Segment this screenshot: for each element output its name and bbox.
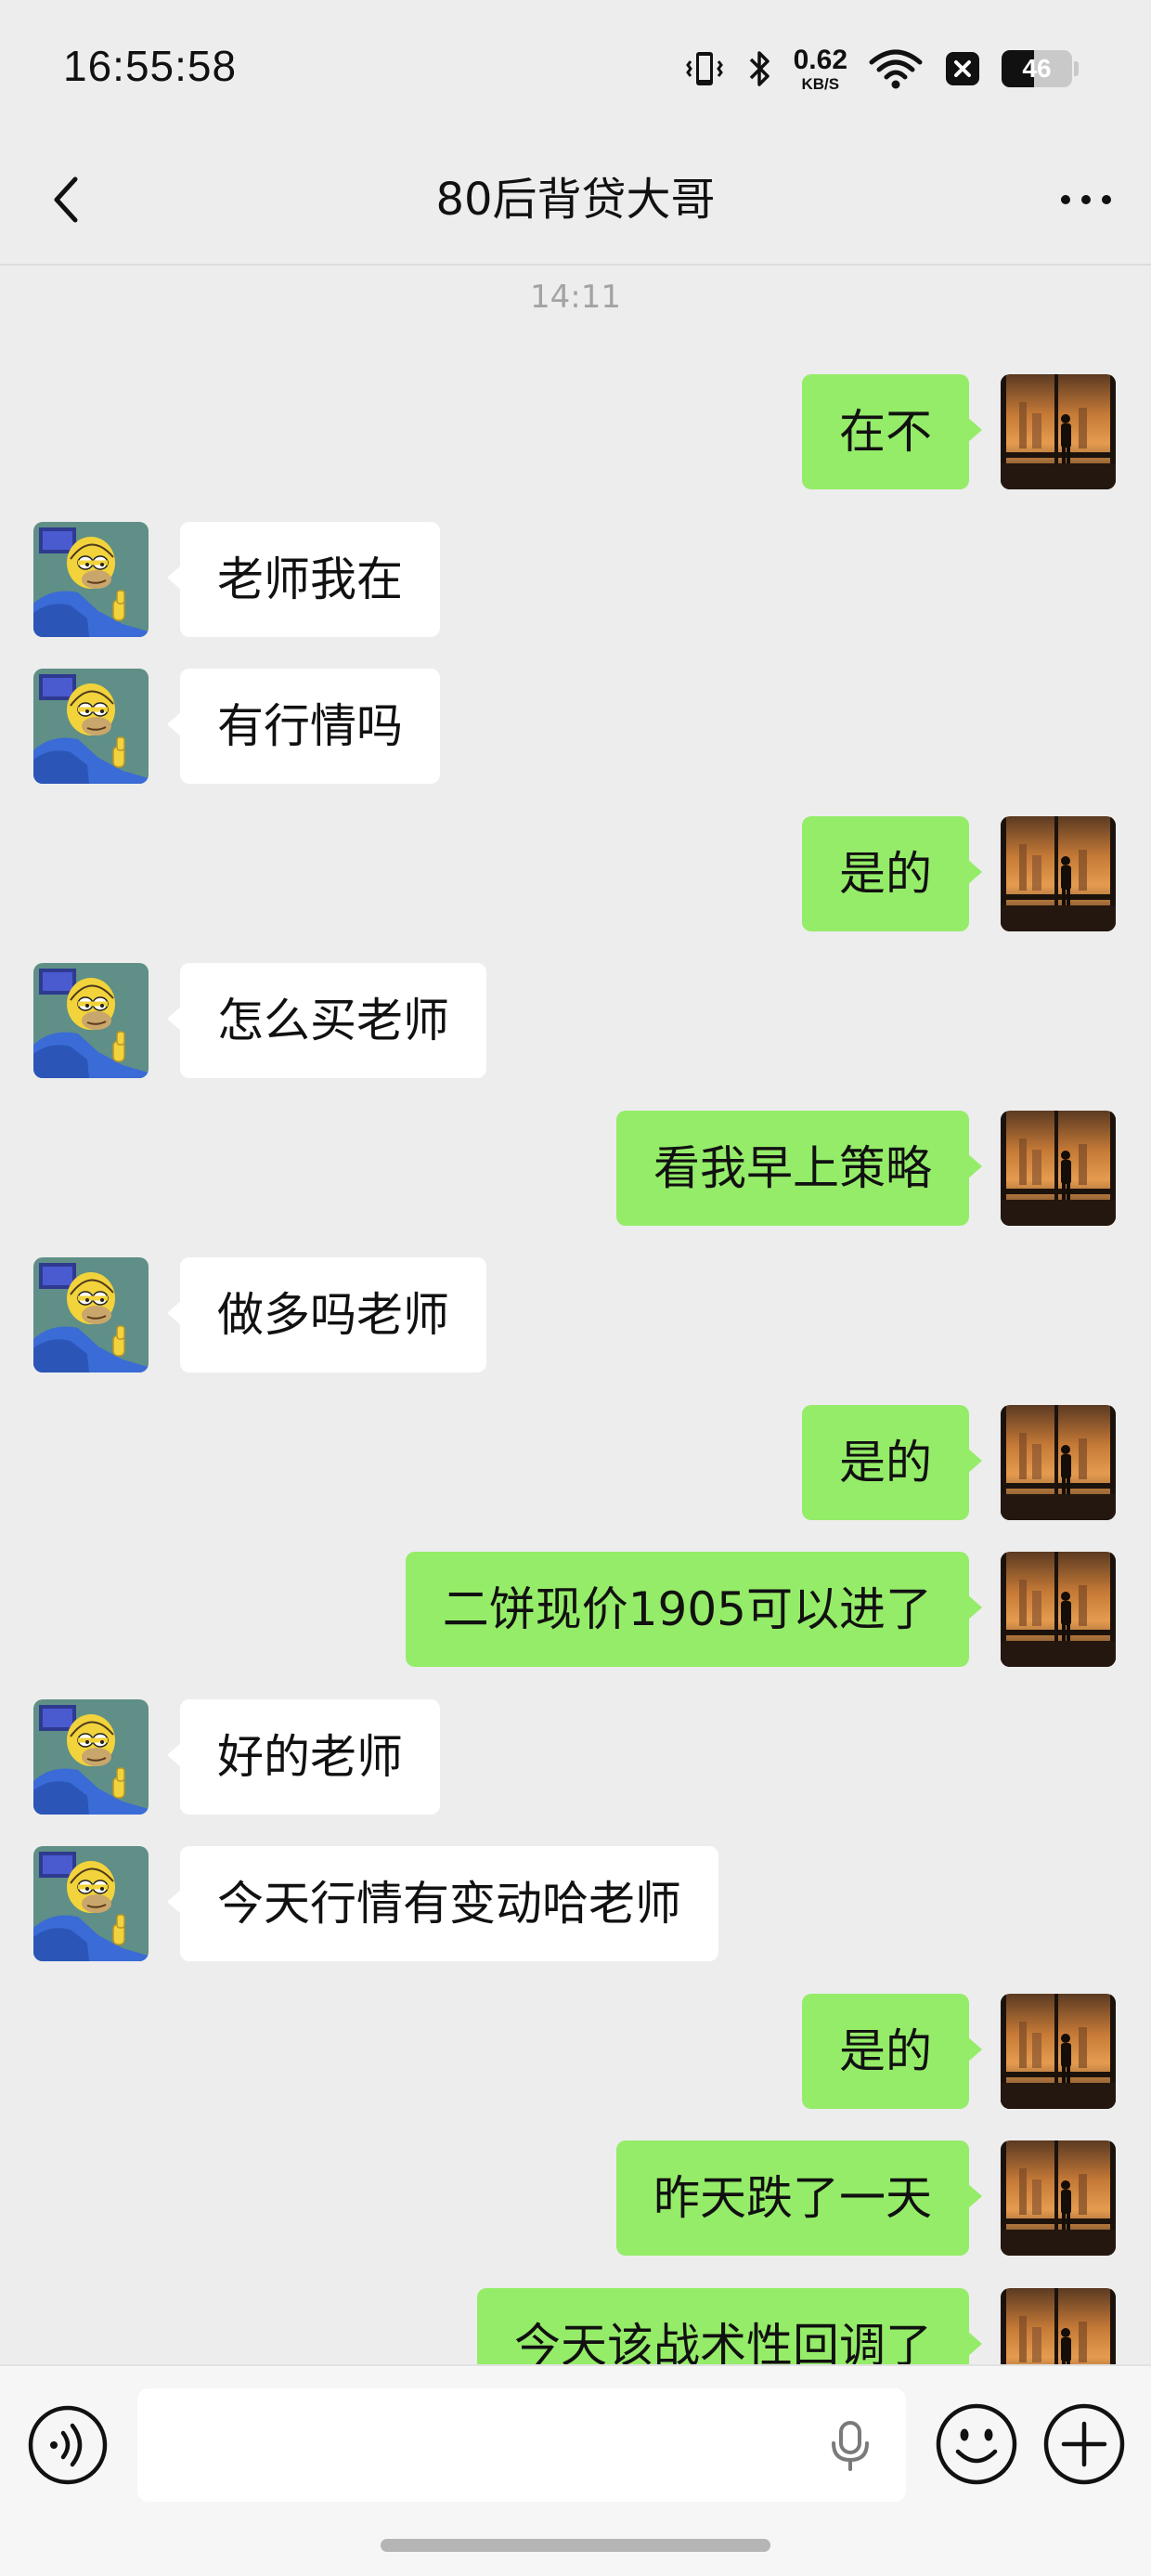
received-message[interactable]: 老师我在	[33, 522, 440, 637]
message-bubble[interactable]: 有行情吗	[167, 669, 440, 784]
sent-message[interactable]: 是的	[802, 1405, 1116, 1520]
sent-message[interactable]: 二饼现价1905可以进了	[405, 1552, 1116, 1667]
voice-mode-button[interactable]	[26, 2403, 110, 2487]
received-message[interactable]: 有行情吗	[33, 669, 440, 784]
status-time: 16:55:58	[63, 42, 238, 90]
contact-avatar[interactable]	[33, 1846, 149, 1961]
home-indicator[interactable]	[381, 2539, 770, 2552]
emoji-button[interactable]	[934, 2401, 1019, 2487]
received-message[interactable]: 好的老师	[33, 1699, 440, 1815]
emoji-icon	[936, 2403, 1017, 2485]
my-avatar[interactable]	[1001, 1111, 1116, 1226]
more-functions-button[interactable]	[1041, 2401, 1127, 2487]
time-divider: 14:11	[530, 279, 621, 316]
sent-message[interactable]: 看我早上策略	[616, 1111, 1116, 1226]
sent-message[interactable]: 是的	[802, 1994, 1116, 2109]
sent-message[interactable]: 在不	[802, 374, 1116, 489]
message-bubble[interactable]: 做多吗老师	[167, 1257, 486, 1373]
more-dots-icon	[1061, 195, 1111, 204]
contact-avatar[interactable]	[33, 522, 149, 637]
microphone-icon[interactable]	[824, 2419, 876, 2471]
contact-avatar[interactable]	[33, 963, 149, 1078]
battery-level: 46	[1022, 54, 1052, 83]
wifi-icon	[869, 49, 923, 89]
sent-message[interactable]: 今天该战术性回调了	[477, 2288, 1116, 2364]
contact-avatar[interactable]	[33, 669, 149, 784]
message-bubble[interactable]: 今天行情有变动哈老师	[167, 1846, 718, 1961]
bluetooth-icon	[749, 51, 769, 86]
battery-cap	[1074, 61, 1079, 76]
message-bubble[interactable]: 在不	[802, 374, 982, 489]
message-bubble[interactable]: 是的	[802, 1994, 982, 2109]
received-message[interactable]: 今天行情有变动哈老师	[33, 1846, 718, 1961]
contact-avatar[interactable]	[33, 1257, 149, 1373]
message-bubble[interactable]: 怎么买老师	[167, 963, 486, 1078]
input-bar	[0, 2364, 1151, 2576]
sent-message[interactable]: 是的	[802, 816, 1116, 931]
network-speed-unit: KB/S	[801, 74, 840, 93]
voice-icon	[28, 2405, 108, 2485]
chat-header: 80后背贷大哥	[0, 139, 1151, 266]
more-options-button[interactable]	[1049, 167, 1123, 232]
received-message[interactable]: 做多吗老师	[33, 1257, 486, 1373]
network-speed-value: 0.62	[793, 44, 847, 75]
sent-message[interactable]: 昨天跌了一天	[616, 2140, 1116, 2256]
message-input[interactable]	[137, 2388, 906, 2502]
message-list[interactable]: 14:11 在不 老师我在 有行情吗 是的 怎么买老师 看我早上策略 做多吗老师…	[0, 266, 1151, 2364]
chat-title: 80后背贷大哥	[435, 174, 716, 226]
status-bar: 16:55:58 0.62 KB/S 46	[0, 0, 1151, 139]
my-avatar[interactable]	[1001, 1552, 1116, 1667]
vibrate-icon	[685, 52, 723, 85]
message-bubble[interactable]: 看我早上策略	[616, 1111, 982, 1226]
message-bubble[interactable]: 二饼现价1905可以进了	[405, 1552, 983, 1667]
plus-icon	[1043, 2403, 1125, 2485]
status-icons: 0.62 KB/S 46	[684, 41, 1079, 97]
my-avatar[interactable]	[1001, 374, 1116, 489]
message-bubble[interactable]: 昨天跌了一天	[616, 2140, 982, 2256]
my-avatar[interactable]	[1001, 1405, 1116, 1520]
message-bubble[interactable]: 今天该战术性回调了	[477, 2288, 982, 2364]
my-avatar[interactable]	[1001, 1994, 1116, 2109]
message-bubble[interactable]: 老师我在	[167, 522, 440, 637]
message-bubble[interactable]: 是的	[802, 1405, 982, 1520]
message-bubble[interactable]: 是的	[802, 816, 982, 931]
battery-icon: 46	[1002, 50, 1072, 87]
contact-avatar[interactable]	[33, 1699, 149, 1815]
my-avatar[interactable]	[1001, 2288, 1116, 2364]
notification-x-icon	[946, 52, 979, 85]
message-bubble[interactable]: 好的老师	[167, 1699, 440, 1815]
my-avatar[interactable]	[1001, 816, 1116, 931]
network-speed: 0.62 KB/S	[794, 46, 847, 92]
my-avatar[interactable]	[1001, 2140, 1116, 2256]
received-message[interactable]: 怎么买老师	[33, 963, 486, 1078]
